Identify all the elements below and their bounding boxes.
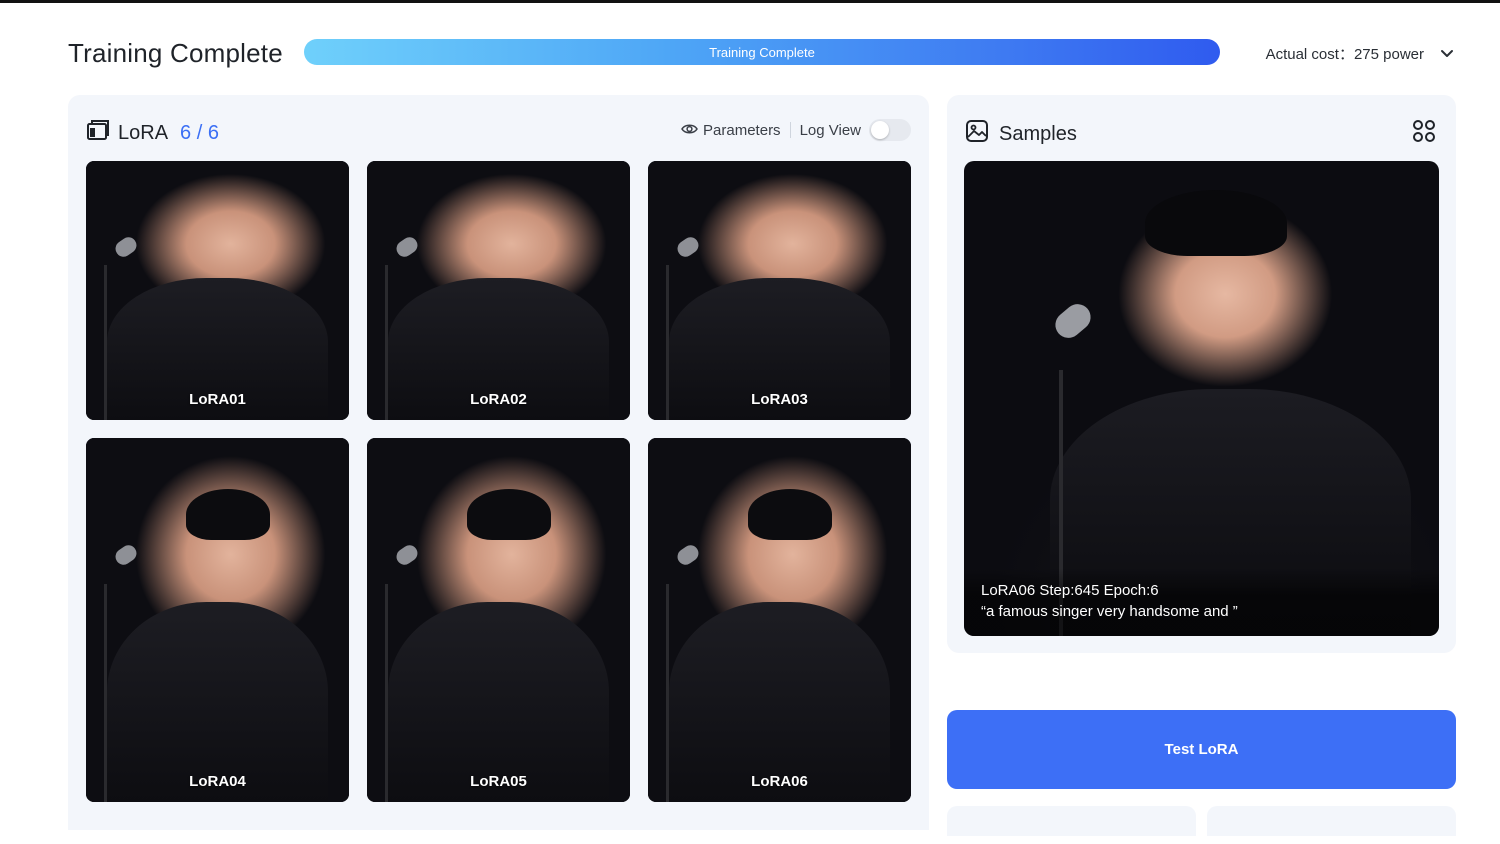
lora-card-1[interactable]: LoRA01 [86,161,349,420]
lora-card-label: LoRA02 [470,391,527,408]
page-title: Training Complete [68,38,283,68]
samples-title-label: Samples [999,122,1077,145]
samples-title: Samples [965,119,1077,149]
parameters-button[interactable]: Parameters [681,122,781,139]
lora-card-label: LoRA03 [751,391,808,408]
eye-icon [681,122,698,139]
header: Training Complete Training Complete Actu… [68,30,1458,76]
bottom-card-left [947,806,1196,836]
lora-card-label: LoRA06 [751,773,808,790]
sample-image[interactable]: LoRA06 Step:645 Epoch:6 “a famous singer… [964,161,1439,636]
lora-thumbnail [648,161,911,420]
sample-caption-meta: LoRA06 Step:645 Epoch:6 [981,582,1159,599]
sample-caption-prompt: “a famous singer very handsome and ” [981,603,1238,620]
toggle-knob [871,121,889,139]
lora-card-6[interactable]: LoRA06 [648,438,911,802]
lora-card-label: LoRA04 [189,773,246,790]
cost-label: Actual cost：275 power [1265,46,1424,63]
lora-card-2[interactable]: LoRA02 [367,161,630,420]
divider [789,122,791,138]
image-icon [965,119,989,149]
top-border [0,0,1500,3]
lora-card-label: LoRA05 [470,773,527,790]
chevron-down-icon[interactable] [1436,45,1458,63]
sample-image-mic [1050,299,1097,344]
lora-card-4[interactable]: LoRA04 [86,438,349,802]
grid-view-icon[interactable] [1412,119,1436,148]
bottom-card-right [1207,806,1456,836]
training-progress-bar: Training Complete [304,39,1220,65]
actual-cost: Actual cost：275 power [1266,43,1458,64]
log-view-label: Log View [799,121,861,139]
lora-thumbnail [648,438,911,802]
samples-header: Samples [965,117,1438,147]
progress-label: Training Complete [709,45,815,60]
lora-model-icon [86,119,110,147]
lora-thumbnail [367,161,630,420]
lora-thumbnail [86,438,349,802]
parameters-label: Parameters [703,121,781,139]
lora-card-label: LoRA01 [189,391,246,408]
lora-card-5[interactable]: LoRA05 [367,438,630,802]
log-view-toggle[interactable] [869,119,911,141]
lora-thumbnail [367,438,630,802]
samples-panel: Samples LoRA06 Step:645 Epoch:6 “a famou… [947,95,1456,653]
sample-caption: LoRA06 Step:645 Epoch:6 “a famous singer… [964,568,1439,636]
lora-panel-header: LoRA 6 / 6 Parameters Log View [86,115,911,147]
lora-title: LoRA 6 / 6 [86,119,219,147]
lora-count: 6 / 6 [180,121,219,144]
sample-image-hair [1144,189,1287,256]
test-lora-button[interactable]: Test LoRA [947,710,1456,789]
lora-title-label: LoRA [118,121,169,144]
lora-card-3[interactable]: LoRA03 [648,161,911,420]
lora-thumbnail [86,161,349,420]
lora-tools: Parameters Log View [681,119,911,141]
